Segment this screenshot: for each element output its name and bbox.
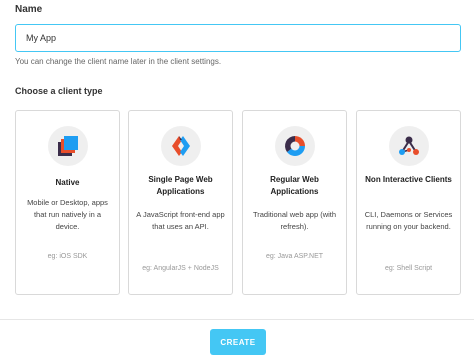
card-regular-web[interactable]: Regular Web Applications Traditional web… [242, 110, 347, 295]
card-spa[interactable]: Single Page Web Applications A JavaScrip… [128, 110, 233, 295]
create-button[interactable]: CREATE [210, 329, 266, 355]
card-description: Traditional web app (with refresh). [252, 210, 337, 231]
helper-text: You can change the client name later in … [15, 57, 222, 66]
network-nodes-icon [399, 136, 419, 155]
spa-angle-icon [172, 136, 190, 156]
icon-circle [48, 126, 88, 166]
footer-divider [0, 319, 474, 320]
card-example: eg: Shell Script [384, 265, 433, 272]
card-non-interactive[interactable]: Non Interactive Clients CLI, Daemons or … [356, 110, 461, 295]
card-example: eg: AngularJS + NodeJS [142, 265, 219, 272]
card-title: Regular Web Applications [270, 175, 319, 196]
card-title: Non Interactive Clients [365, 175, 452, 184]
name-label: Name [15, 4, 43, 15]
card-example: eg: Java ASP.NET [265, 253, 324, 260]
icon-circle [389, 126, 429, 166]
card-example: eg: iOS SDK [47, 253, 88, 260]
card-description: CLI, Daemons or Services running on your… [364, 210, 453, 231]
card-description: Mobile or Desktop, apps that run nativel… [27, 198, 108, 231]
name-input[interactable] [15, 24, 461, 52]
card-title: Single Page Web Applications [148, 175, 213, 196]
web-app-circle-icon [285, 136, 305, 156]
card-title: Native [55, 178, 80, 187]
icon-circle [275, 126, 315, 166]
card-native[interactable]: Native Mobile or Desktop, apps that run … [15, 110, 120, 295]
client-type-cards: Native Mobile or Desktop, apps that run … [15, 110, 461, 295]
icon-circle [161, 126, 201, 166]
card-description: A JavaScript front-end app that uses an … [136, 210, 225, 231]
section-title: Choose a client type [15, 86, 103, 96]
stacked-squares-icon [58, 136, 78, 156]
